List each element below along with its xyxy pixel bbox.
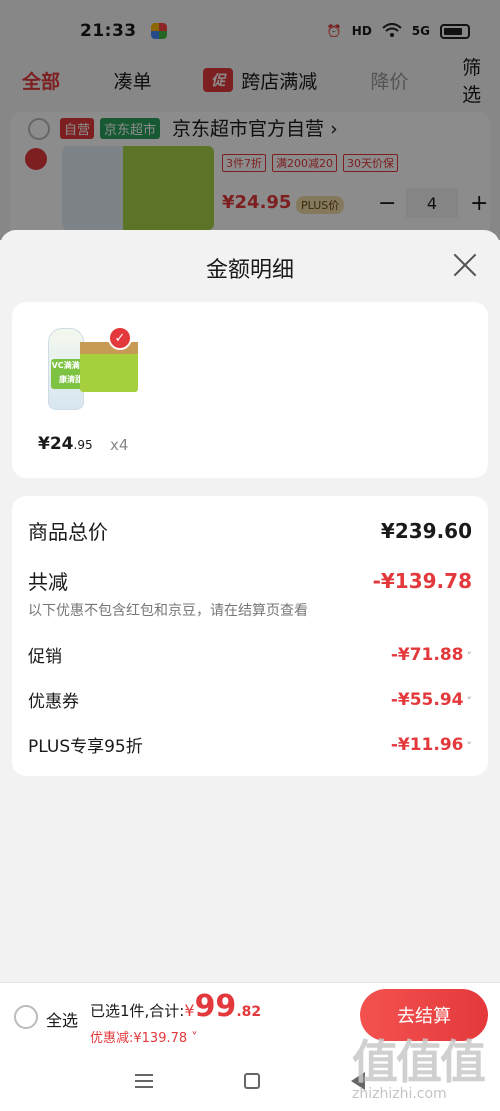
promo-label: 促销	[28, 647, 62, 667]
discount-note: 以下优惠不包含红包和京豆，请在结算页查看	[28, 603, 308, 619]
coupon-value: -¥55.94 ˅	[391, 690, 472, 710]
plus-discount-amount: -¥11.96	[390, 734, 464, 755]
menu-icon[interactable]	[135, 1073, 154, 1088]
selected-count: 已选1件,合计:	[90, 1002, 185, 1020]
product-image[interactable]: VC满满 健康清甜 ✓	[38, 322, 140, 414]
product-quantity: x4	[110, 436, 129, 454]
watermark: 值值值 zhizhizhi.com	[352, 1026, 496, 1106]
chevron-down-icon: ˅	[466, 694, 473, 708]
select-all-label[interactable]: 全选	[46, 1007, 78, 1031]
plus-discount-label: PLUS专享95折	[28, 737, 143, 757]
total-decimal: .82	[236, 1004, 262, 1020]
goods-total-label: 商品总价	[28, 520, 108, 544]
bottle-image: VC满满 健康清甜	[48, 328, 91, 410]
discount-summary[interactable]: 优惠减:¥139.78 ˅	[90, 1027, 198, 1046]
home-icon[interactable]	[243, 1072, 260, 1089]
coupon-label: 优惠券	[28, 692, 79, 712]
plus-discount-value: -¥11.96 ˅	[391, 735, 472, 755]
promo-amount: -¥71.88	[390, 644, 464, 665]
modal-overlay[interactable]	[0, 0, 500, 240]
promo-row[interactable]: 促销 -¥71.88 ˅	[28, 642, 472, 668]
sheet-title: 金额明细	[205, 258, 294, 283]
check-icon: ✓	[108, 326, 132, 350]
total-currency: ¥	[184, 1001, 195, 1020]
goods-total-value: ¥239.60	[380, 518, 472, 543]
price-decimal: .95	[73, 438, 93, 452]
chevron-down-icon: ˅	[466, 649, 473, 663]
product-price: ¥24.95	[38, 434, 93, 454]
coupon-row[interactable]: 优惠券 -¥55.94 ˅	[28, 687, 472, 713]
plus-discount-row[interactable]: PLUS专享95折 -¥11.96 ˅	[28, 732, 472, 758]
coupon-amount: -¥55.94	[390, 689, 464, 710]
total-reduce-value: -¥139.78	[372, 568, 472, 593]
close-icon[interactable]	[452, 252, 478, 278]
promo-value: -¥71.88 ˅	[391, 645, 472, 665]
price-integer: ¥24	[38, 434, 74, 454]
total-reduce-row: 共减 -¥139.78	[28, 566, 472, 595]
total-summary: 已选1件,合计: ¥ 99 .82	[90, 989, 262, 1024]
box-image	[80, 342, 138, 392]
chevron-down-icon: ˅	[466, 739, 473, 753]
goods-total-row: 商品总价 ¥239.60	[28, 516, 472, 545]
total-reduce-label: 共减	[28, 570, 68, 594]
amount-detail-card: 商品总价 ¥239.60 共减 -¥139.78 以下优惠不包含红包和京豆，请在…	[12, 496, 488, 776]
watermark-logo: 值值值	[352, 1035, 486, 1089]
amount-detail-sheet: 金额明细 VC满满 健康清甜 ✓ ¥24.95 x4 商品总价 ¥239.60 …	[0, 230, 500, 1111]
product-card: VC满满 健康清甜 ✓ ¥24.95 x4	[12, 302, 488, 478]
select-all-radio[interactable]	[14, 1005, 38, 1029]
total-integer: 99	[194, 989, 237, 1024]
watermark-site: zhizhizhi.com	[352, 1086, 447, 1102]
